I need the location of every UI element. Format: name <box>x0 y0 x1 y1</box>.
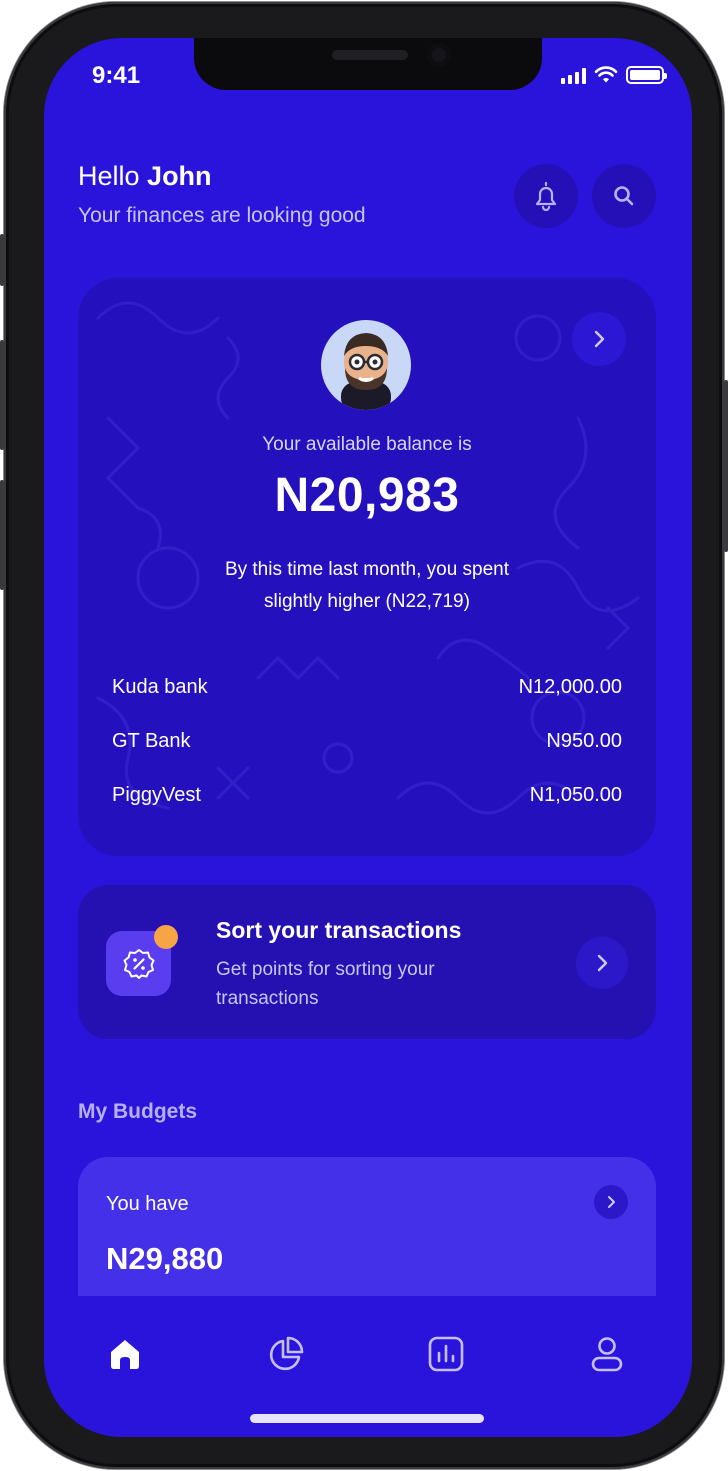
memoji-avatar-icon <box>341 333 391 410</box>
phone-frame: 9:41 Hello John Your finances are lookin… <box>0 2 728 1469</box>
search-icon <box>614 186 634 206</box>
notification-dot <box>154 925 178 949</box>
account-name: Kuda bank <box>112 676 208 698</box>
account-amount: N1,050.00 <box>529 784 622 806</box>
budget-amount: N29,880 <box>106 1241 224 1276</box>
balance-amount: N20,983 <box>274 469 460 522</box>
balance-comparison: By this time last month, you spent sligh… <box>78 554 656 618</box>
account-name: GT Bank <box>112 730 191 752</box>
budget-label: You have <box>106 1193 189 1215</box>
profile-icon <box>591 1337 623 1372</box>
search-button[interactable] <box>592 164 656 228</box>
balance-details-button[interactable] <box>572 312 626 366</box>
account-amount: N950.00 <box>546 730 622 752</box>
chevron-right-icon <box>597 954 608 972</box>
battery-icon <box>626 66 667 84</box>
chevron-right-icon <box>594 330 605 348</box>
side-button-volume-up <box>0 340 4 450</box>
greeting: Hello John <box>78 161 212 192</box>
pie-chart-icon <box>269 1336 304 1371</box>
side-button-mute <box>0 234 4 286</box>
chevron-right-icon <box>608 1196 615 1208</box>
sort-transactions-card[interactable]: Sort your transactions Get points for so… <box>78 885 656 1039</box>
status-icons <box>561 66 667 84</box>
account-row[interactable]: Kuda bank N12,000.00 <box>112 676 622 699</box>
avatar[interactable] <box>321 320 411 410</box>
notch <box>194 38 542 90</box>
tab-reports[interactable] <box>424 1332 468 1376</box>
tab-profile[interactable] <box>585 1332 629 1376</box>
side-button-power <box>724 380 728 552</box>
speaker <box>332 50 408 60</box>
screen: 9:41 Hello John Your finances are lookin… <box>44 38 692 1437</box>
balance-label: Your available balance is <box>262 434 472 455</box>
sort-card-arrow-button[interactable] <box>576 937 628 989</box>
budget-arrow-button[interactable] <box>594 1185 628 1219</box>
signal-icon <box>561 68 586 84</box>
comparison-line-2: slightly higher (N22,719) <box>264 591 470 612</box>
notifications-button[interactable] <box>514 164 578 228</box>
greeting-subtitle: Your finances are looking good <box>78 204 366 227</box>
account-amount: N12,000.00 <box>518 676 622 698</box>
bar-chart-icon <box>428 1336 464 1372</box>
account-row[interactable]: PiggyVest N1,050.00 <box>112 784 622 807</box>
home-indicator[interactable] <box>250 1414 484 1423</box>
bell-icon <box>535 181 557 211</box>
side-button-volume-down <box>0 480 4 590</box>
account-row[interactable]: GT Bank N950.00 <box>112 730 622 753</box>
status-time: 9:41 <box>92 62 141 89</box>
comparison-line-1: By this time last month, you spent <box>224 559 510 580</box>
sort-card-description: Get points for sorting your transactions <box>216 959 435 1009</box>
account-name: PiggyVest <box>112 784 201 806</box>
balance-card: Your available balance is N20,983 By thi… <box>78 278 656 856</box>
tab-home[interactable] <box>103 1332 147 1376</box>
discount-badge-icon <box>123 948 154 979</box>
sort-card-title: Sort your transactions <box>216 917 462 943</box>
home-icon <box>111 1340 139 1369</box>
budgets-section-title: My Budgets <box>78 1100 198 1123</box>
tab-analytics[interactable] <box>264 1332 308 1376</box>
wifi-icon <box>594 66 618 83</box>
greeting-name: John <box>147 161 212 191</box>
greeting-prefix: Hello <box>78 161 140 191</box>
front-camera <box>427 43 451 67</box>
